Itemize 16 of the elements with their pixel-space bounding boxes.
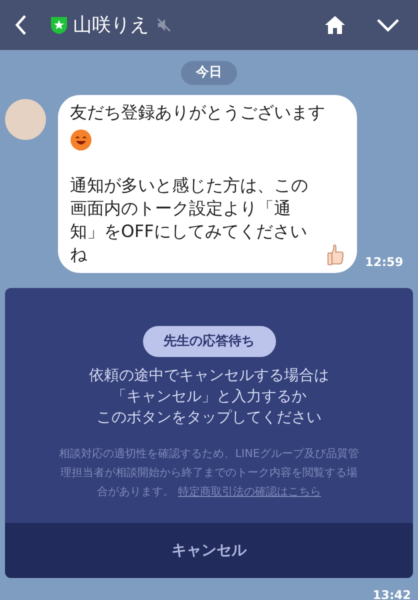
back-icon[interactable] [14,14,28,36]
cancel-button[interactable]: キャンセル [5,523,413,578]
home-icon[interactable] [324,15,346,35]
message-time: 12:59 [365,254,404,270]
chevron-down-icon[interactable] [376,18,400,32]
status-badge: 先生の応答待ち [142,326,276,357]
shield-star-icon [50,15,68,35]
message-text: 通知が多いと感じた方は、この画面内のトーク設定より「通知」をOFFにしてみてくださいね [70,174,309,266]
date-label: 今日 [181,61,237,84]
instruction-text: 依頼の途中でキャンセルする場合は 「キャンセル」と入力するか このボタンをタップしてください [89,365,329,428]
chat-title: 山咲りえ [73,12,149,38]
message-text: 友だち登録ありがとうございます [70,102,326,124]
message-time: 13:42 [372,587,411,600]
notice-text: 相談対応の適切性を確認するため、LINEグループ及び品質管理担当者が相談開始から終了までのトーク内容を閲覧する場合があります。 特定商取引法の確認はこちら [58,446,360,500]
thumbs-up-icon [327,242,345,266]
grinning-face-icon [70,128,92,150]
